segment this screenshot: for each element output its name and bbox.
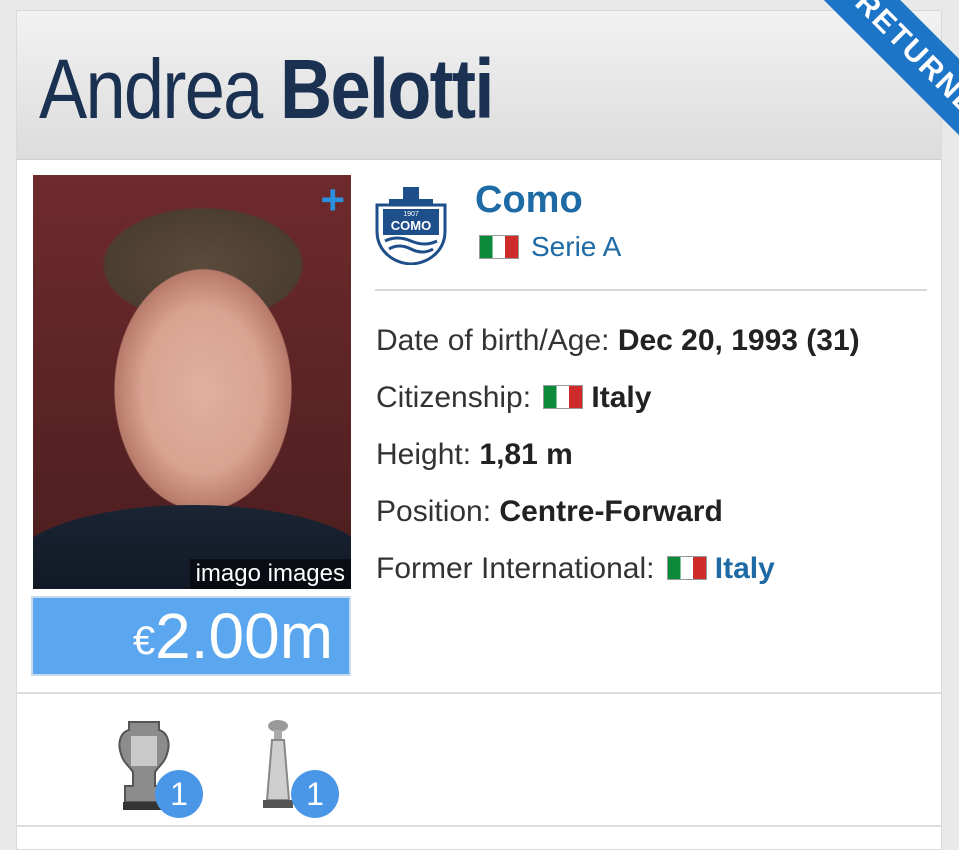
dob-row: Date of birth/Age: Dec 20, 1993 (31): [376, 321, 860, 378]
position-value: Centre-Forward: [499, 495, 723, 528]
league-link[interactable]: Serie A: [531, 231, 621, 263]
player-last-name: Belotti: [279, 42, 494, 136]
returnee-ribbon-label: RETURNEE: [798, 0, 959, 188]
club-logo-text: COMO: [391, 218, 431, 233]
market-value-amount: 2.00m: [155, 600, 333, 672]
club-logo-icon[interactable]: 1907 COMO: [373, 185, 449, 265]
citizenship-label: Citizenship:: [376, 381, 532, 414]
photo-credit: imago images: [189, 559, 351, 589]
dob-label: Date of birth/Age:: [376, 324, 610, 357]
market-value-currency: €: [132, 619, 156, 663]
expand-photo-icon[interactable]: +: [320, 177, 345, 223]
returnee-ribbon: RETURNEE: [719, 0, 959, 220]
international-label: Former International:: [376, 552, 655, 585]
trophy-count-badge: 1: [155, 770, 203, 818]
trophies-row: 1 1: [17, 694, 941, 834]
player-name: Andrea Belotti: [39, 39, 494, 139]
dob-value: Dec 20, 1993 (31): [617, 324, 860, 357]
club-logo-year: 1907: [403, 211, 419, 218]
market-value-box[interactable]: €2.00m: [31, 596, 351, 676]
international-row: Former International: Italy: [376, 549, 860, 606]
club-info-divider: [375, 289, 927, 291]
player-info-list: Date of birth/Age: Dec 20, 1993 (31) Cit…: [376, 321, 860, 606]
player-first-name: Andrea: [39, 42, 263, 136]
citizenship-value: Italy: [591, 381, 652, 414]
position-label: Position:: [376, 495, 492, 528]
height-value: 1,81 m: [479, 438, 573, 471]
club-name-link[interactable]: Como: [475, 179, 583, 222]
player-photo[interactable]: + imago images: [33, 175, 351, 589]
italy-flag-icon: [479, 235, 519, 259]
italy-flag-icon: [543, 385, 584, 410]
citizenship-row: Citizenship: Italy: [376, 378, 860, 435]
league-row: Serie A: [479, 231, 621, 263]
position-row: Position: Centre-Forward: [376, 492, 860, 549]
height-label: Height:: [376, 438, 472, 471]
trophy-count-badge: 1: [291, 770, 339, 818]
card-bottom-line: [17, 825, 941, 827]
italy-flag-icon: [666, 556, 707, 581]
height-row: Height: 1,81 m: [376, 435, 860, 492]
international-link[interactable]: Italy: [715, 552, 775, 585]
